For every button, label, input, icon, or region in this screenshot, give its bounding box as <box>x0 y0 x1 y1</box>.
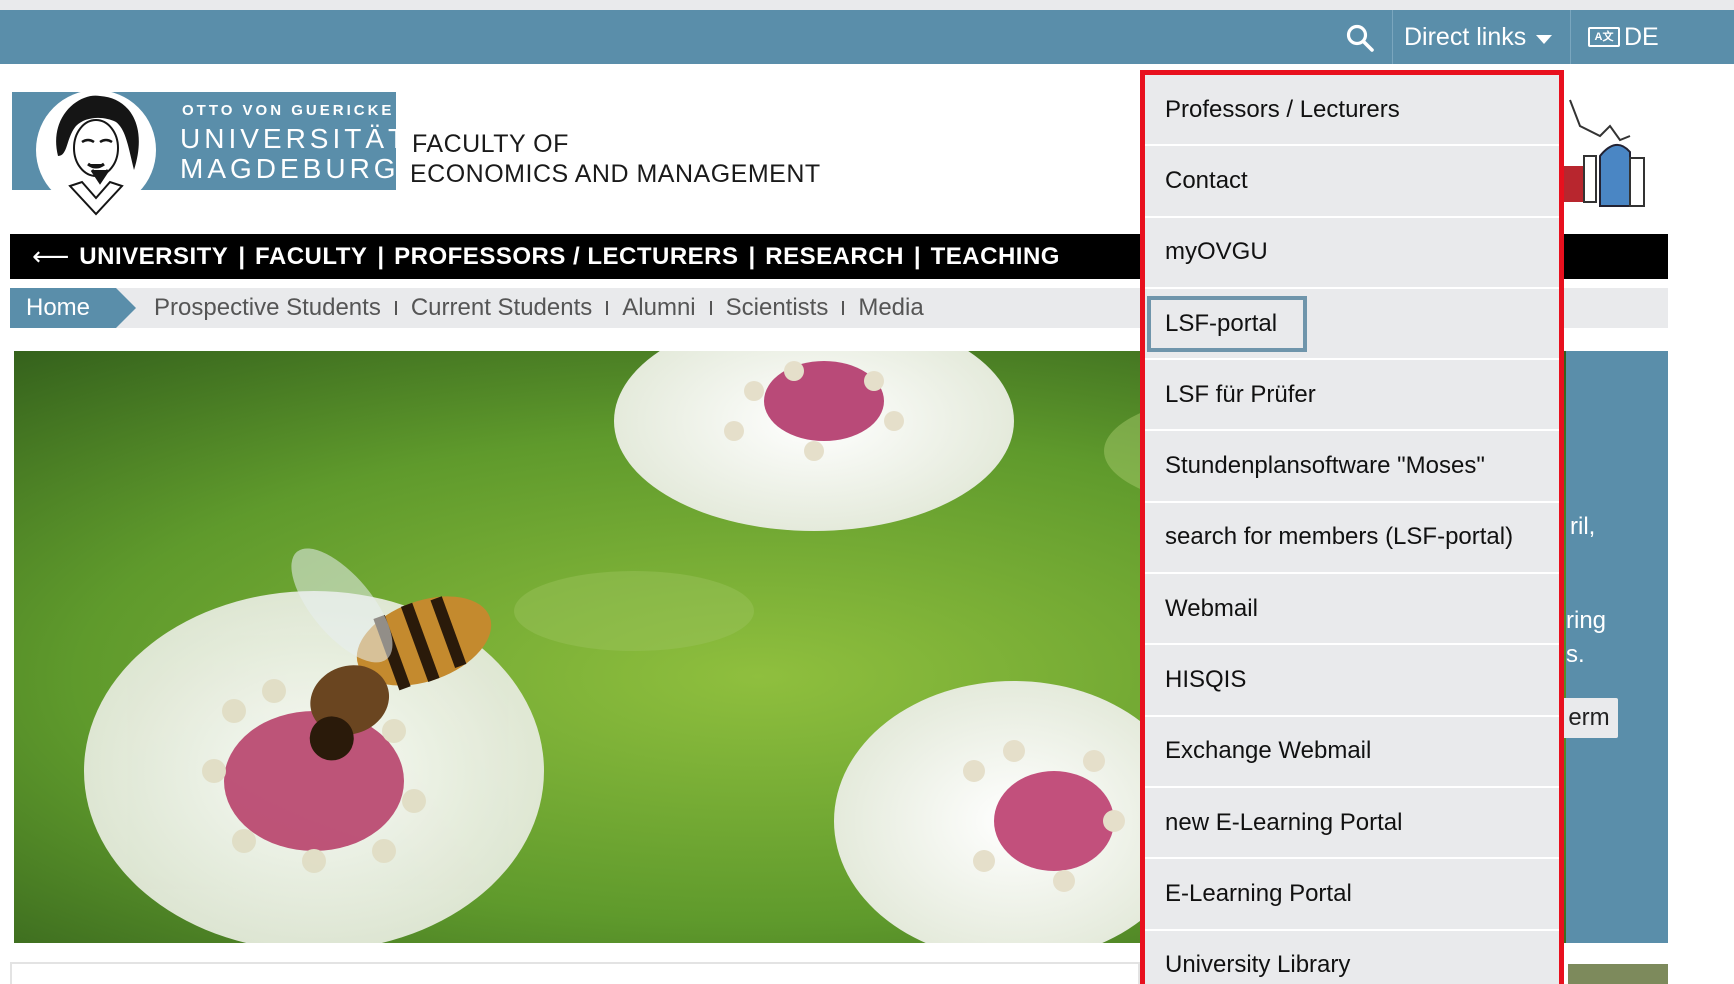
menu-item-label: Exchange Webmail <box>1165 737 1372 765</box>
menu-item-label: E-Learning Portal <box>1165 879 1352 907</box>
side-panel-text-1: ril, <box>1570 513 1596 540</box>
menu-item-new-elearning-portal[interactable]: new E-Learning Portal <box>1145 788 1559 860</box>
nav-separator: | <box>377 242 385 270</box>
menu-item-label: Stundenplansoftware "Moses" <box>1165 452 1485 480</box>
logo-line-3: MAGDEBURG <box>180 153 400 184</box>
nav-separator: | <box>748 242 756 270</box>
audience-alumni[interactable]: Alumni <box>622 294 695 322</box>
caret-down-icon <box>1536 34 1553 44</box>
logo-line-2: UNIVERSITÄT <box>180 123 410 154</box>
menu-item-search-members[interactable]: search for members (LSF-portal) <box>1145 503 1559 575</box>
menu-item-hisqis[interactable]: HISQIS <box>1145 645 1559 717</box>
menu-item-myovgu[interactable]: myOVGU <box>1145 218 1559 289</box>
thumbnail-image[interactable] <box>1568 964 1668 984</box>
faculty-title-line-2: ECONOMICS AND MANAGEMENT <box>410 160 821 188</box>
logo-line-1: OTTO VON GUERICKE <box>182 102 395 119</box>
direct-links-label: Direct links <box>1404 22 1527 51</box>
nav-research[interactable]: RESEARCH <box>765 243 904 271</box>
search-icon <box>1346 24 1374 52</box>
top-bar: Direct links A文 DE <box>0 10 1734 64</box>
audience-prospective-students[interactable]: Prospective Students <box>154 294 381 322</box>
menu-item-lsf-portal[interactable]: LSF-portal <box>1145 289 1559 361</box>
menu-item-moses[interactable]: Stundenplansoftware "Moses" <box>1145 431 1559 503</box>
menu-item-label: University Library <box>1165 951 1351 979</box>
menu-item-label: myOVGU <box>1165 238 1268 266</box>
nav-separator: | <box>238 242 246 270</box>
menu-item-label: Contact <box>1165 166 1248 194</box>
menu-item-webmail[interactable]: Webmail <box>1145 574 1559 646</box>
back-arrow-icon[interactable]: ⟵ <box>32 241 69 272</box>
menu-item-label: Webmail <box>1165 594 1258 622</box>
search-button[interactable] <box>1340 22 1380 54</box>
side-panel-text-2: ring <box>1566 607 1607 634</box>
top-strip <box>0 0 1734 10</box>
language-label: DE <box>1624 22 1659 51</box>
content-box-top <box>10 962 1140 984</box>
audience-separator <box>606 301 609 315</box>
menu-item-exchange-webmail[interactable]: Exchange Webmail <box>1145 717 1559 788</box>
menu-item-label: Professors / Lecturers <box>1165 95 1400 123</box>
menu-item-elearning-portal[interactable]: E-Learning Portal <box>1145 859 1559 931</box>
audience-separator <box>709 301 712 315</box>
menu-item-label: new E-Learning Portal <box>1165 808 1403 836</box>
direct-links-button[interactable]: Direct links <box>1404 10 1560 64</box>
faculty-title-line-1: FACULTY OF <box>412 130 569 158</box>
menu-item-label: search for members (LSF-portal) <box>1165 523 1514 551</box>
menu-item-professors-lecturers[interactable]: Professors / Lecturers <box>1145 75 1559 147</box>
menu-item-label: HISQIS <box>1165 666 1247 694</box>
audience-current-students[interactable]: Current Students <box>411 294 592 322</box>
side-info-panel: ril, ring s. <box>1566 351 1668 943</box>
audience-separator <box>394 301 397 315</box>
language-switch[interactable]: A文 DE <box>1588 10 1659 64</box>
direct-links-menu: Professors / Lecturers Contact myOVGU LS… <box>1145 75 1559 984</box>
nav-faculty[interactable]: FACULTY <box>255 243 367 271</box>
audience-media[interactable]: Media <box>858 294 923 322</box>
nav-university[interactable]: UNIVERSITY <box>79 243 228 271</box>
guericke-portrait-icon <box>36 90 156 216</box>
building-logo-icon <box>1560 99 1645 207</box>
topbar-divider <box>1570 10 1571 64</box>
audience-separator <box>842 301 845 315</box>
translate-icon: A文 <box>1588 27 1620 47</box>
menu-item-contact[interactable]: Contact <box>1145 146 1559 218</box>
nav-professors-lecturers[interactable]: PROFESSORS / LECTURERS <box>394 243 738 271</box>
home-breadcrumb[interactable]: Home <box>10 288 137 328</box>
side-panel-text-3: s. <box>1566 641 1585 668</box>
topbar-divider <box>1392 10 1393 64</box>
direct-links-dropdown: Professors / Lecturers Contact myOVGU LS… <box>1140 70 1564 984</box>
nav-teaching[interactable]: TEACHING <box>931 243 1060 271</box>
side-panel-button[interactable]: erm <box>1560 698 1618 738</box>
nav-separator: | <box>913 242 921 270</box>
menu-item-lsf-fuer-pruefer[interactable]: LSF für Prüfer <box>1145 360 1559 432</box>
menu-item-label: LSF für Prüfer <box>1165 380 1316 408</box>
menu-item-label: LSF-portal <box>1146 295 1308 352</box>
menu-item-university-library[interactable]: University Library <box>1145 931 1559 984</box>
audience-scientists[interactable]: Scientists <box>726 294 829 322</box>
